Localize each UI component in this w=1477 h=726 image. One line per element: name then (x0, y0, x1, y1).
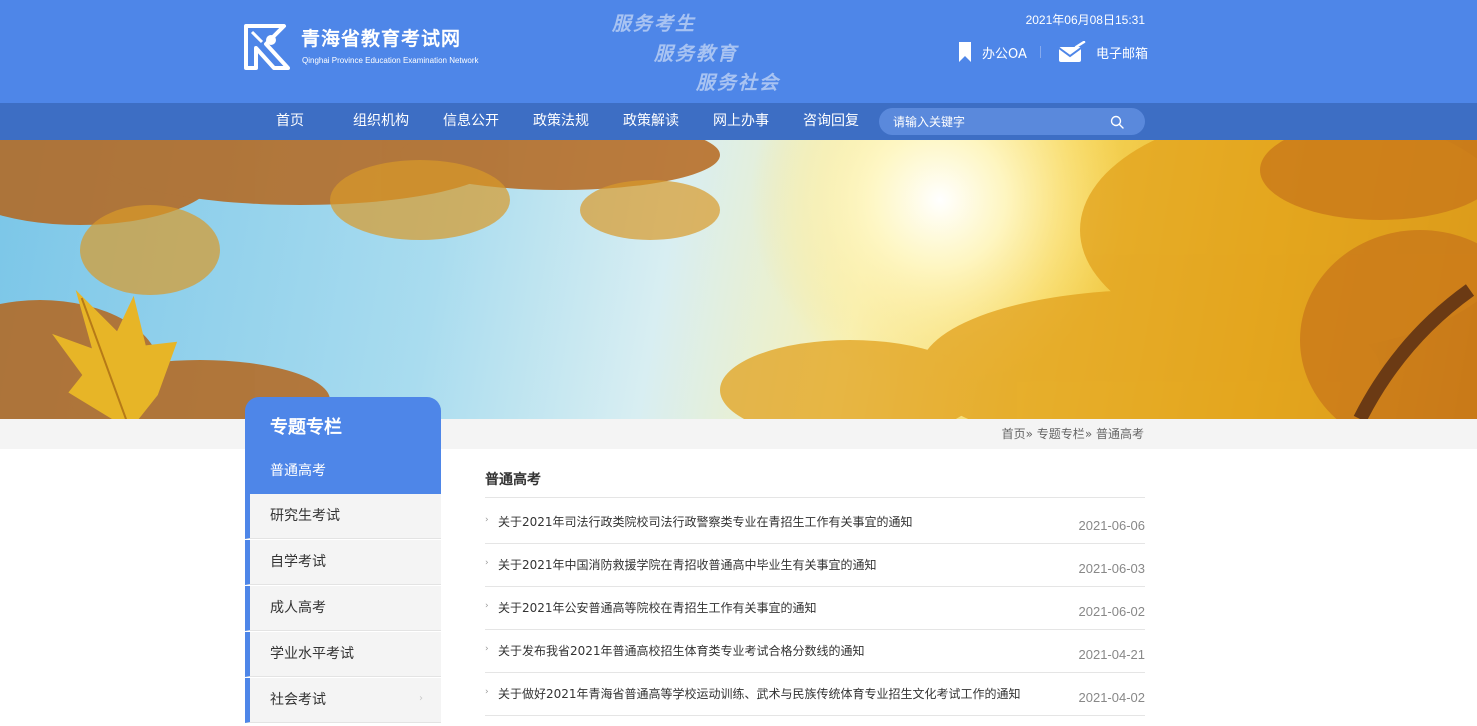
breadcrumb-item-home[interactable]: 首页 (1002, 427, 1026, 441)
breadcrumb-item-current[interactable]: 普通高考 (1096, 427, 1144, 441)
sidebar-item-self-study-exam[interactable]: 自学考试 (245, 540, 441, 585)
bullet-icon: › (485, 515, 489, 525)
news-item[interactable]: › 关于做好2021年青海省普通高等学校运动训练、武术与民族传统体育专业招生文化… (485, 673, 1145, 716)
nav-item-organization[interactable]: 组织机构 (353, 103, 409, 140)
email-label: 电子邮箱 (1096, 46, 1149, 62)
news-title[interactable]: 关于2021年中国消防救援学院在青招收普通高中毕业生有关事宜的通知 (498, 556, 877, 573)
mail-icon (1058, 41, 1086, 62)
logo-mark-icon (244, 24, 290, 70)
sidebar-item-label: 自学考试 (270, 554, 326, 570)
breadcrumb: 首页» 专题专栏» 普通高考 (1002, 419, 1144, 449)
breadcrumb-separator: » (1084, 427, 1093, 441)
nav-item-online-services[interactable]: 网上办事 (713, 103, 769, 140)
slogan-1: 服务考生 (612, 13, 697, 35)
news-title[interactable]: 关于2021年公安普通高等院校在青招生工作有关事宜的通知 (498, 599, 817, 616)
news-date: 2021-06-03 (1078, 561, 1146, 576)
bullet-icon: › (485, 558, 489, 568)
breadcrumb-bar: 首页» 专题专栏» 普通高考 (0, 419, 1477, 449)
sidebar-item-label: 普通高考 (270, 463, 326, 479)
breadcrumb-item-special[interactable]: 专题专栏 (1037, 427, 1085, 441)
sidebar-item-graduate-exam[interactable]: 研究生考试 (245, 494, 441, 539)
logo-title-cn: 青海省教育考试网 (301, 28, 462, 50)
quick-link-divider (1040, 46, 1041, 58)
nav-item-info-disclosure[interactable]: 信息公开 (443, 103, 499, 140)
news-title[interactable]: 关于发布我省2021年普通高校招生体育类专业考试合格分数线的通知 (498, 642, 865, 659)
nav-item-consultation[interactable]: 咨询回复 (803, 103, 859, 140)
office-oa-label: 办公OA (982, 46, 1027, 62)
chevron-right-icon: › (419, 693, 423, 704)
news-date: 2021-04-21 (1078, 647, 1146, 662)
office-oa-link[interactable]: 办公OA (958, 40, 1027, 64)
sidebar-item-academic-level-exam[interactable]: 学业水平考试 (245, 632, 441, 677)
nav-item-policies[interactable]: 政策法规 (533, 103, 589, 140)
news-date: 2021-04-02 (1078, 690, 1146, 705)
news-item[interactable]: › 关于2021年公安普通高等院校在青招生工作有关事宜的通知 2021-06-0… (485, 587, 1145, 630)
site-logo[interactable]: 青海省教育考试网 Qinghai Province Education Exam… (244, 22, 484, 72)
news-item[interactable]: › 关于2021年司法行政类院校司法行政警察类专业在青招生工作有关事宜的通知 2… (485, 501, 1145, 544)
bullet-icon: › (485, 644, 489, 654)
main-content: 普通高考 › 关于2021年司法行政类院校司法行政警察类专业在青招生工作有关事宜… (485, 449, 1145, 726)
sidebar-item-social-exam[interactable]: 社会考试 › (245, 678, 441, 723)
search-box (879, 108, 1145, 135)
slogan-3: 服务社会 (696, 72, 781, 94)
section-divider (485, 497, 1145, 498)
site-header: 青海省教育考试网 Qinghai Province Education Exam… (0, 0, 1477, 103)
bookmark-icon (959, 42, 971, 62)
search-icon[interactable] (1110, 115, 1124, 129)
nav-item-home[interactable]: 首页 (276, 103, 304, 140)
slogan-2: 服务教育 (654, 43, 739, 65)
search-input[interactable] (893, 108, 1103, 135)
sidebar-item-label: 成人高考 (270, 600, 326, 616)
news-date: 2021-06-06 (1078, 518, 1146, 533)
sidebar-item-adult-exam[interactable]: 成人高考 (245, 586, 441, 631)
autumn-banner-image (0, 140, 1477, 419)
main-nav: 首页 组织机构 信息公开 政策法规 政策解读 网上办事 咨询回复 (0, 103, 1477, 140)
sidebar-item-gaokao[interactable]: 普通高考 (245, 449, 441, 494)
sidebar-item-label: 社会考试 (270, 692, 326, 708)
current-datetime: 2021年06月08日15:31 (1025, 13, 1145, 27)
sidebar-title: 专题专栏 (270, 417, 342, 438)
news-date: 2021-06-02 (1078, 604, 1146, 619)
hero-banner (0, 140, 1477, 419)
nav-item-policy-interpretation[interactable]: 政策解读 (623, 103, 679, 140)
logo-title-en: Qinghai Province Education Examination N… (302, 56, 479, 65)
news-item[interactable]: › 关于发布我省2021年普通高校招生体育类专业考试合格分数线的通知 2021-… (485, 630, 1145, 673)
bullet-icon: › (485, 687, 489, 697)
news-title[interactable]: 关于2021年司法行政类院校司法行政警察类专业在青招生工作有关事宜的通知 (498, 513, 913, 530)
sidebar-header: 专题专栏 (245, 397, 441, 449)
section-title: 普通高考 (485, 472, 541, 488)
news-item[interactable]: › 关于2021年中国消防救援学院在青招收普通高中毕业生有关事宜的通知 2021… (485, 544, 1145, 587)
sidebar-item-label: 学业水平考试 (270, 646, 354, 662)
sidebar-item-label: 研究生考试 (270, 508, 340, 524)
news-title[interactable]: 关于做好2021年青海省普通高等学校运动训练、武术与民族传统体育专业招生文化考试… (498, 685, 1021, 702)
breadcrumb-separator: » (1025, 427, 1033, 441)
email-link[interactable]: 电子邮箱 (1058, 40, 1148, 64)
bullet-icon: › (485, 601, 489, 611)
sidebar: 专题专栏 普通高考 研究生考试 自学考试 成人高考 学业水平考试 社会考试 › (245, 397, 441, 726)
